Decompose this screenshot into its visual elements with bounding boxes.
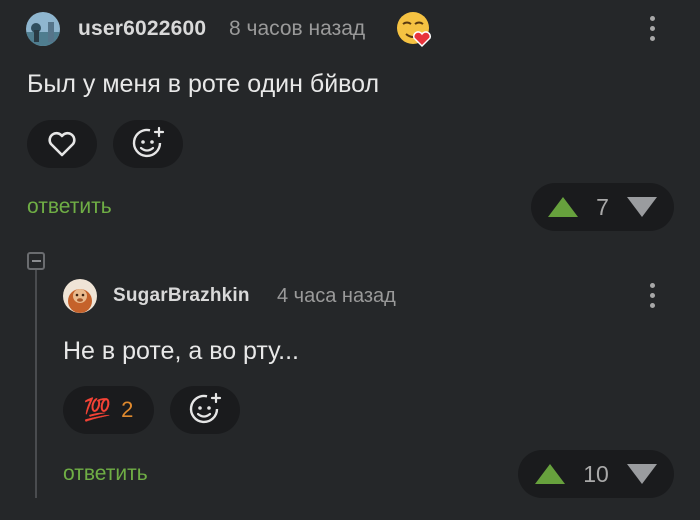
reply-link[interactable]: ответить <box>63 462 148 486</box>
emoji-heart-face-icon <box>395 10 433 48</box>
add-reaction-button[interactable] <box>113 120 183 168</box>
rating-widget: 10 <box>518 450 674 498</box>
more-icon-dot <box>649 26 655 31</box>
hundred-points-emoji: 💯 <box>83 397 112 422</box>
reply-link[interactable]: ответить <box>27 195 112 219</box>
more-icon-dot <box>649 16 655 21</box>
add-reaction-icon <box>132 126 165 158</box>
collapse-icon <box>31 260 41 262</box>
comment-text: Не в роте, а во рту... <box>63 337 299 365</box>
comment-text: Был у меня в роте один бйвол <box>27 70 380 98</box>
comment-timestamp: 8 часов назад <box>229 17 366 40</box>
more-icon-dot <box>649 293 655 298</box>
comment-username[interactable]: user6022600 <box>78 17 206 41</box>
heart-icon <box>48 131 76 157</box>
more-icon-dot <box>649 303 655 308</box>
rating-widget: 7 <box>531 183 674 231</box>
more-options-button[interactable] <box>647 283 657 308</box>
reaction-count: 2 <box>121 397 134 422</box>
more-icon-dot <box>649 283 655 288</box>
downvote-icon[interactable] <box>626 463 658 485</box>
rating-count: 10 <box>583 460 609 487</box>
add-reaction-icon <box>189 392 222 424</box>
more-icon-dot <box>649 36 655 41</box>
more-options-button[interactable] <box>647 16 657 41</box>
like-button[interactable] <box>27 120 97 168</box>
upvote-icon[interactable] <box>534 463 566 485</box>
upvote-icon[interactable] <box>547 196 579 218</box>
avatar[interactable] <box>63 279 97 313</box>
thread-line[interactable] <box>35 262 37 498</box>
add-reaction-button[interactable] <box>170 386 240 434</box>
avatar[interactable] <box>26 12 60 46</box>
comment-username[interactable]: SugarBrazhkin <box>113 285 250 307</box>
collapse-thread-button[interactable] <box>27 252 45 270</box>
rating-count: 7 <box>596 193 609 220</box>
downvote-icon[interactable] <box>626 196 658 218</box>
reaction-hundred-button[interactable]: 💯 2 <box>63 386 154 434</box>
comment-timestamp: 4 часа назад <box>277 285 396 307</box>
